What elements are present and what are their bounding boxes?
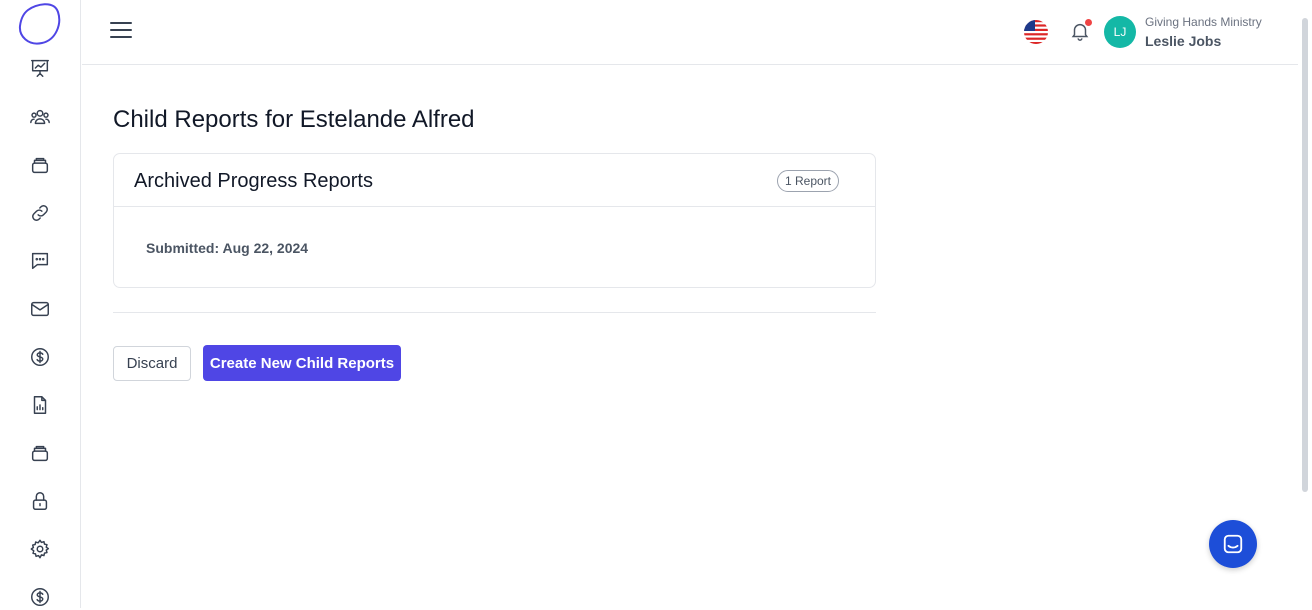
archived-reports-card: Archived Progress Reports 1 Report Submi… — [113, 153, 876, 288]
avatar[interactable]: LJ — [1104, 16, 1136, 48]
us-flag-icon[interactable] — [1024, 20, 1048, 44]
hamburger-menu-icon[interactable] — [110, 22, 132, 42]
notification-dot — [1085, 19, 1092, 26]
report-count-badge: 1 Report — [776, 170, 839, 192]
inbox-stack-icon[interactable] — [27, 440, 53, 466]
organization-name: Giving Hands Ministry — [1145, 15, 1262, 29]
divider — [113, 312, 876, 313]
submitted-date[interactable]: Submitted: Aug 22, 2024 — [146, 240, 308, 256]
top-bar: LJ Giving Hands Ministry Leslie Jobs — [82, 0, 1298, 65]
page-title: Child Reports for Estelande Alfred — [113, 106, 475, 133]
dollar-circle-icon[interactable] — [27, 344, 53, 370]
envelope-icon[interactable] — [27, 296, 53, 322]
discard-button[interactable]: Discard — [113, 346, 191, 381]
users-group-icon[interactable] — [27, 104, 53, 130]
presentation-chart-icon[interactable] — [27, 55, 53, 81]
dollar-circle-icon[interactable] — [27, 584, 53, 610]
app-logo[interactable] — [16, 2, 64, 46]
scrollbar[interactable] — [1302, 18, 1308, 492]
chat-icon — [1223, 534, 1243, 554]
chat-support-button[interactable] — [1209, 520, 1257, 568]
link-icon[interactable] — [27, 200, 53, 226]
lock-icon[interactable] — [27, 488, 53, 514]
card-header: Archived Progress Reports 1 Report — [114, 154, 875, 207]
inbox-stack-icon[interactable] — [27, 152, 53, 178]
notification-bell-icon[interactable] — [1069, 19, 1093, 44]
user-name[interactable]: Leslie Jobs — [1145, 33, 1221, 49]
document-chart-icon[interactable] — [27, 392, 53, 418]
gear-icon[interactable] — [27, 536, 53, 562]
sidebar — [0, 0, 81, 608]
card-title: Archived Progress Reports — [134, 170, 373, 192]
create-new-child-reports-button[interactable]: Create New Child Reports — [203, 345, 401, 381]
chat-bubble-icon[interactable] — [27, 248, 53, 274]
